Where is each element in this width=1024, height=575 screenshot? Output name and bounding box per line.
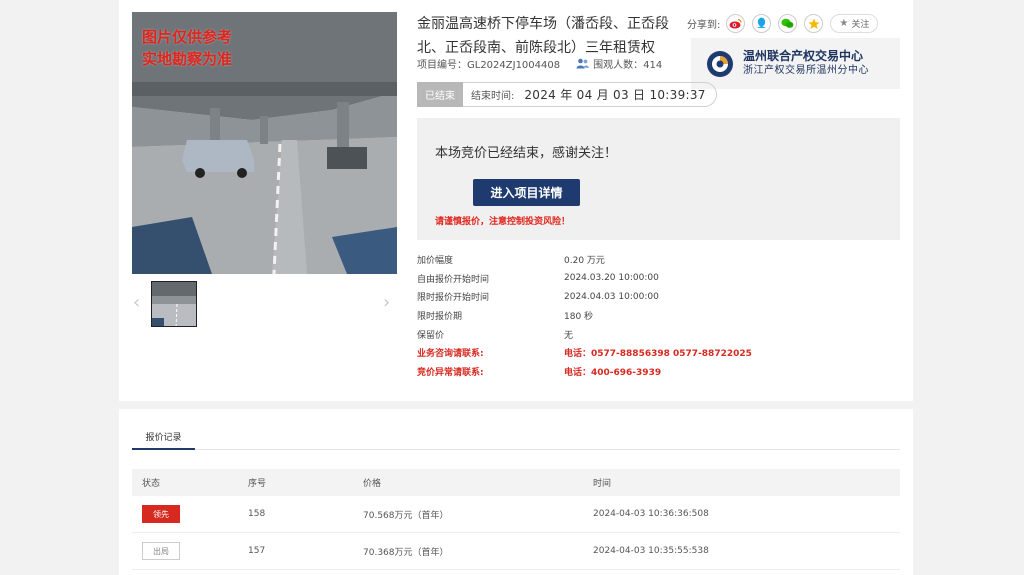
info-key: 限时报价期 bbox=[417, 311, 463, 322]
info-value: 2024.03.20 10:00:00 bbox=[564, 273, 659, 284]
thumbnail-prev-icon[interactable]: ‹ bbox=[133, 292, 140, 313]
organizer-name: 温州联合产权交易中心 bbox=[743, 49, 864, 63]
info-row: 竞价异常请联系: 电话：400-696-3939 bbox=[417, 362, 752, 381]
cell-time: 2024-04-03 10:36:36:508 bbox=[593, 509, 709, 519]
info-row: 限时报价开始时间 2024.04.03 10:00:00 bbox=[417, 287, 752, 306]
table-body: 领先 158 70.568万元（首年） 2024-04-03 10:36:36:508… bbox=[132, 496, 900, 570]
info-key: 竞价异常请联系: bbox=[417, 367, 484, 378]
organizer-box: 温州联合产权交易中心 浙江产权交易所温州分中心 bbox=[691, 38, 900, 89]
bid-records-card: 报价记录 状态 序号 价格 时间 领先 158 70.568万元（首年） 2024-0… bbox=[119, 409, 913, 575]
auction-status-row: 已结束 结束时间: 2024 年 04 月 03 日 10:39:37 bbox=[417, 82, 717, 107]
auction-ended-message: 本场竞价已经结束，感谢关注！ bbox=[435, 146, 618, 161]
table-row: 出局 157 70.368万元（首年） 2024-04-03 10:35:55:538 bbox=[132, 533, 900, 570]
main-photo[interactable]: 图片仅供参考 实地勘察为准 bbox=[132, 12, 397, 274]
wechat-glyph bbox=[781, 18, 794, 28]
cell-price: 70.368万元（首年） bbox=[363, 547, 449, 558]
auction-ended-panel: 本场竞价已经结束，感谢关注！ 进入项目详情 请谨慎报价，注意控制投资风险！ bbox=[417, 118, 900, 240]
organizer-logo-icon bbox=[707, 50, 733, 77]
organizer-text: 温州联合产权交易中心 浙江产权交易所温州分中心 bbox=[743, 49, 869, 78]
cell-status: 领先 bbox=[132, 505, 248, 523]
organizer-subname: 浙江产权交易所温州分中心 bbox=[743, 65, 869, 76]
thumbnail-next-icon[interactable]: › bbox=[383, 292, 390, 313]
cell-status: 出局 bbox=[132, 542, 248, 560]
table-row: 领先 158 70.568万元（首年） 2024-04-03 10:36:36:508 bbox=[132, 496, 900, 533]
qzone-glyph bbox=[808, 18, 820, 29]
status-badge: 已结束 bbox=[417, 82, 463, 107]
info-value: 2024.04.03 10:00:00 bbox=[564, 291, 659, 302]
weibo-glyph bbox=[729, 18, 742, 29]
info-key: 加价幅度 bbox=[417, 255, 454, 266]
cell-seq: 158 bbox=[248, 509, 266, 519]
end-time-label: 结束时间: bbox=[471, 91, 515, 102]
weibo-icon[interactable] bbox=[726, 14, 746, 33]
info-key: 限时报价开始时间 bbox=[417, 293, 490, 304]
wechat-icon[interactable] bbox=[778, 14, 798, 33]
tab-bid-records[interactable]: 报价记录 bbox=[132, 425, 195, 450]
header-seq: 序号 bbox=[248, 479, 267, 489]
people-icon bbox=[576, 58, 589, 69]
info-row: 加价幅度 0.20 万元 bbox=[417, 250, 752, 269]
end-time-value: 2024 年 04 月 03 日 10:39:37 bbox=[524, 88, 706, 102]
info-value: 电话：0577-88856398 0577-88722025 bbox=[564, 349, 752, 360]
info-row: 自由报价开始时间 2024.03.20 10:00:00 bbox=[417, 269, 752, 288]
bid-status-badge: 领先 bbox=[142, 505, 180, 523]
cell-price: 70.568万元（首年） bbox=[363, 510, 449, 521]
qzone-icon[interactable] bbox=[804, 14, 824, 33]
bid-status-badge: 出局 bbox=[142, 542, 180, 560]
info-key: 保留价 bbox=[417, 330, 445, 341]
follow-label: 关注 bbox=[851, 20, 870, 30]
risk-warning: 请谨慎报价，注意控制投资风险！ bbox=[435, 217, 571, 227]
views-label: 围观人数：414 bbox=[593, 60, 663, 71]
share-label: 分享到: bbox=[687, 20, 721, 31]
auction-summary-card: 图片仅供参考 实地勘察为准 ‹ › 金丽温高速桥下停车场（潘岙段、正岙段北、正岙… bbox=[119, 0, 913, 401]
watermark-line-2: 实地勘察为准 bbox=[142, 50, 233, 68]
header-status: 状态 bbox=[142, 479, 161, 489]
end-time: 结束时间: 2024 年 04 月 03 日 10:39:37 bbox=[463, 82, 717, 107]
watermark-line-1: 图片仅供参考 bbox=[142, 28, 233, 46]
table-header: 状态 序号 价格 时间 bbox=[132, 469, 900, 496]
bid-records-table: 状态 序号 价格 时间 领先 158 70.568万元（首年） 2024-04-03 … bbox=[132, 469, 900, 570]
star-icon: ★ bbox=[839, 18, 849, 29]
thumbnail-image bbox=[152, 282, 196, 326]
cell-seq: 157 bbox=[248, 546, 266, 556]
info-row: 限时报价期 180 秒 bbox=[417, 306, 752, 325]
info-value: 无 bbox=[564, 330, 574, 341]
info-value: 0.20 万元 bbox=[564, 255, 605, 266]
info-row: 业务咨询请联系: 电话：0577-88856398 0577-88722025 bbox=[417, 343, 752, 362]
info-value: 电话：400-696-3939 bbox=[564, 367, 662, 378]
info-key: 业务咨询请联系: bbox=[417, 349, 484, 360]
info-value: 180 秒 bbox=[564, 311, 594, 322]
project-detail-button[interactable]: 进入项目详情 bbox=[473, 179, 580, 206]
photo-watermark: 图片仅供参考 实地勘察为准 bbox=[142, 26, 232, 70]
follow-button[interactable]: ★ 关注 bbox=[830, 14, 879, 33]
header-time: 时间 bbox=[593, 479, 612, 489]
project-code: 项目编号：GL2024ZJ1004408 bbox=[417, 60, 561, 71]
cell-time: 2024-04-03 10:35:55:538 bbox=[593, 546, 709, 556]
info-row: 保留价 无 bbox=[417, 325, 752, 344]
views-count: 围观人数：414 bbox=[576, 56, 662, 71]
share-bar: 分享到: ★ 关注 bbox=[687, 14, 879, 33]
header-price: 价格 bbox=[363, 479, 382, 489]
tab-bar: 报价记录 bbox=[132, 425, 900, 450]
auction-info-table: 加价幅度 0.20 万元自由报价开始时间 2024.03.20 10:00:00 限时… bbox=[417, 250, 752, 381]
qq-glyph bbox=[757, 17, 767, 28]
info-key: 自由报价开始时间 bbox=[417, 274, 490, 285]
qq-icon[interactable] bbox=[752, 14, 772, 33]
project-title: 金丽温高速桥下停车场（潘岙段、正岙段北、正岙段南、前陈段北）三年租赁权 bbox=[417, 16, 669, 56]
project-meta: 项目编号：GL2024ZJ1004408 围观人数：414 bbox=[417, 56, 662, 71]
thumbnail-1[interactable] bbox=[151, 281, 197, 327]
